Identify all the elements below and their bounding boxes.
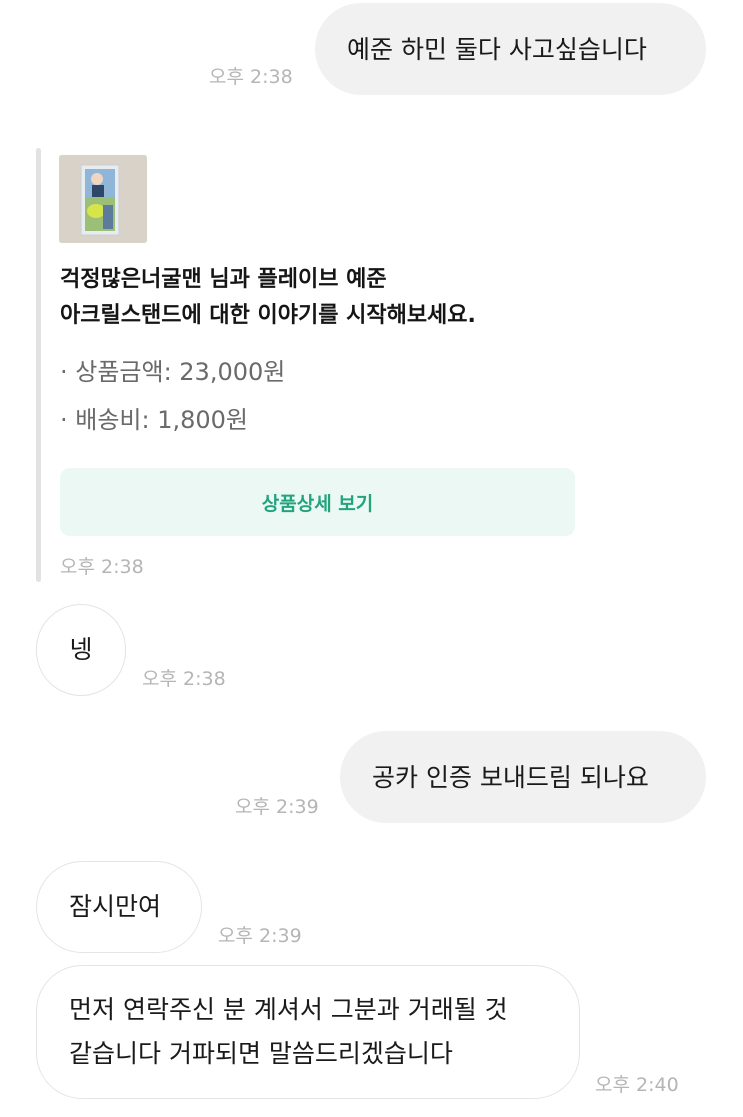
message-timestamp: 오후 2:38	[209, 66, 293, 88]
message-text: 잠시만여	[69, 892, 162, 921]
message-text-line: 같습니다 거파되면 말씀드리겠습니다	[69, 1039, 453, 1068]
card-title-line: 걱정많은너굴맨 님과 플레이브 예준	[60, 267, 387, 292]
message-timestamp: 오후 2:39	[218, 925, 302, 947]
message-timestamp: 오후 2:39	[235, 796, 319, 818]
message-text: 공카 인증 보내드림 되나요	[372, 763, 649, 792]
card-title-line: 아크릴스탠드에 대한 이야기를 시작해보세요.	[60, 303, 476, 328]
product-thumbnail[interactable]	[59, 155, 147, 243]
message-timestamp: 오후 2:38	[60, 556, 144, 578]
card-title: 걱정많은너굴맨 님과 플레이브 예준 아크릴스탠드에 대한 이야기를 시작해보세…	[60, 262, 476, 334]
view-product-details-button[interactable]: 상품상세 보기	[60, 468, 575, 536]
sent-message-bubble[interactable]: 예준 하민 둘다 사고싶습니다	[315, 3, 706, 95]
message-timestamp: 오후 2:40	[595, 1074, 679, 1096]
message-text-line: 먼저 연락주신 분 계셔서 그분과 거래될 것	[69, 995, 508, 1024]
sent-message-bubble[interactable]: 공카 인증 보내드림 되나요	[340, 731, 706, 823]
received-message-bubble[interactable]: 잠시만여	[36, 861, 202, 953]
message-timestamp: 오후 2:38	[142, 668, 226, 690]
received-message-bubble[interactable]: 먼저 연락주신 분 계셔서 그분과 거래될 것 같습니다 거파되면 말씀드리겠습…	[36, 965, 580, 1099]
message-text: 넹	[69, 635, 93, 664]
shipping-fee: · 배송비: 1,800원	[60, 406, 248, 434]
card-accent-bar	[36, 148, 41, 582]
received-message-bubble[interactable]: 넹	[36, 604, 126, 696]
product-price: · 상품금액: 23,000원	[60, 358, 286, 386]
message-text: 예준 하민 둘다 사고싶습니다	[347, 35, 647, 64]
